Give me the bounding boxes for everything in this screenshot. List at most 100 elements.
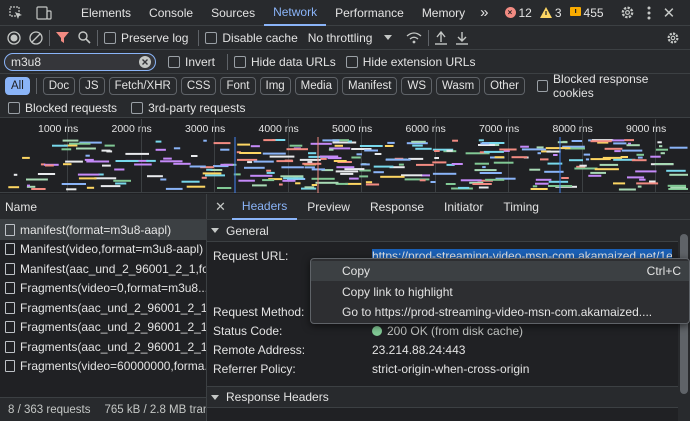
- disable-cache-checkbox[interactable]: Disable cache: [205, 31, 298, 45]
- preserve-log-checkbox[interactable]: Preserve log: [104, 31, 188, 45]
- warnings-badge[interactable]: 3: [539, 6, 562, 20]
- timeline-request-bar: [66, 188, 77, 191]
- checkbox-box[interactable]: [536, 80, 549, 92]
- timeline-request-bar: [63, 163, 72, 166]
- menu-item-copy-link[interactable]: Copy link to highlight: [311, 282, 689, 302]
- type-filter-all[interactable]: All: [5, 77, 30, 95]
- timeline-request-bar: [666, 169, 686, 172]
- request-row[interactable]: Fragments(aac_und_2_96001_2_1=...: [0, 318, 206, 338]
- type-filter-font[interactable]: Font: [220, 77, 256, 95]
- invert-checkbox[interactable]: Invert: [168, 55, 215, 69]
- timeline-request-bar: [636, 182, 659, 185]
- checkbox-box[interactable]: [8, 101, 20, 114]
- timeline-request-bar: [561, 177, 569, 179]
- request-row[interactable]: Fragments(aac_und_2_96001_2_1=...: [0, 337, 206, 357]
- filter-icon[interactable]: [56, 31, 69, 44]
- timeline-request-bar: [203, 139, 207, 142]
- timeline-request-bar: [669, 173, 688, 176]
- timeline-request-bar: [660, 152, 665, 155]
- tab-preview[interactable]: Preview: [297, 194, 360, 220]
- tab-sources[interactable]: Sources: [202, 0, 264, 26]
- record-icon[interactable]: [7, 30, 21, 45]
- blocked-response-cookies-checkbox[interactable]: Blocked response cookies: [536, 72, 680, 100]
- timeline-request-bar: [452, 139, 458, 142]
- search-icon[interactable]: [78, 31, 91, 44]
- type-filter-img[interactable]: Img: [259, 77, 291, 95]
- type-filter-doc[interactable]: Doc: [42, 77, 76, 95]
- inspect-element-icon[interactable]: [8, 5, 24, 21]
- checkbox-box[interactable]: [131, 101, 144, 114]
- response-headers-section-header[interactable]: Response Headers: [207, 386, 678, 408]
- more-tabs-button[interactable]: »: [474, 0, 494, 26]
- request-row[interactable]: Fragments(video=0,format=m3u8...: [0, 279, 206, 299]
- tab-response[interactable]: Response: [360, 194, 434, 220]
- import-har-icon[interactable]: [435, 30, 448, 45]
- blocked-requests-checkbox[interactable]: Blocked requests: [8, 101, 117, 115]
- name-column-label: Name: [5, 199, 38, 214]
- timeline-request-bar: [404, 178, 430, 181]
- checkbox-box[interactable]: [345, 55, 358, 68]
- tab-performance[interactable]: Performance: [326, 0, 413, 26]
- timeline-request-bar: [494, 156, 505, 159]
- filter-input[interactable]: m3u8: [4, 52, 156, 71]
- request-name: Fragments(video=0,format=m3u8...: [20, 281, 206, 296]
- checkbox-box[interactable]: [168, 55, 180, 68]
- blocked-filter-row: Blocked requests 3rd-party requests: [0, 98, 690, 118]
- type-filter-ws[interactable]: WS: [401, 77, 432, 95]
- settings-gear-icon[interactable]: [620, 5, 635, 20]
- tab-headers[interactable]: Headers: [231, 194, 298, 220]
- request-row[interactable]: Fragments(aac_und_2_96001_2_1=...: [0, 298, 206, 318]
- request-row[interactable]: Fragments(video=60000000,forma...: [0, 357, 206, 377]
- clear-icon[interactable]: [29, 30, 43, 45]
- network-conditions-wifi-icon[interactable]: [406, 31, 422, 44]
- device-toolbar-icon[interactable]: [36, 5, 52, 21]
- checkbox-box[interactable]: [234, 55, 247, 68]
- third-party-requests-checkbox[interactable]: 3rd-party requests: [131, 101, 245, 115]
- hide-extension-urls-checkbox[interactable]: Hide extension URLs: [345, 55, 475, 69]
- timeline-request-bar: [100, 185, 121, 188]
- network-settings-gear-icon[interactable]: [666, 31, 680, 45]
- export-har-icon[interactable]: [456, 31, 469, 45]
- request-row[interactable]: manifest(format=m3u8-aapl): [0, 220, 206, 240]
- close-detail-icon[interactable]: ✕: [215, 199, 226, 215]
- timeline-request-bar: [160, 178, 167, 181]
- expand-triangle-icon: [211, 394, 219, 400]
- request-row[interactable]: Manifest(video,format=m3u8-aapl): [0, 240, 206, 260]
- timeline-request-bar: [220, 163, 234, 166]
- errors-badge[interactable]: × 12: [504, 6, 532, 20]
- type-filter-wasm[interactable]: Wasm: [436, 77, 481, 95]
- type-filter-fetch-xhr[interactable]: Fetch/XHR: [108, 77, 177, 95]
- type-filter-css[interactable]: CSS: [180, 77, 217, 95]
- hide-data-urls-checkbox[interactable]: Hide data URLs: [234, 55, 336, 69]
- tab-network[interactable]: Network: [264, 0, 327, 26]
- timeline-request-bar: [26, 178, 48, 181]
- timeline-request-bar: [78, 177, 97, 180]
- tab-initiator[interactable]: Initiator: [434, 194, 493, 220]
- menu-item-copy[interactable]: Copy Ctrl+C: [311, 261, 689, 281]
- timeline-request-bar: [304, 166, 315, 169]
- network-overview-timeline[interactable]: 1000 ms 2000 ms 3000 ms 4000 ms 5000 ms 6000 …: [0, 119, 690, 193]
- tab-memory[interactable]: Memory: [413, 0, 474, 26]
- general-section-header[interactable]: General: [207, 220, 690, 242]
- issues-badge[interactable]: 455: [569, 6, 604, 20]
- timeline-request-bar: [478, 139, 484, 142]
- type-filter-other[interactable]: Other: [484, 77, 525, 95]
- checkbox-box[interactable]: [104, 31, 116, 44]
- close-devtools-icon[interactable]: ✕: [663, 4, 676, 22]
- type-filter-media[interactable]: Media: [294, 77, 338, 95]
- checkbox-box[interactable]: [205, 31, 218, 44]
- timeline-request-bar: [650, 155, 661, 158]
- tab-console[interactable]: Console: [140, 0, 202, 26]
- timeline-request-bar: [485, 178, 505, 181]
- menu-item-goto[interactable]: Go to https://prod-streaming-video-msn-c…: [311, 302, 689, 322]
- throttling-select[interactable]: No throttling: [308, 31, 393, 45]
- request-row[interactable]: Manifest(aac_und_2_96001_2_1,for...: [0, 259, 206, 279]
- type-filter-js[interactable]: JS: [79, 77, 105, 95]
- name-column-header[interactable]: Name: [0, 194, 206, 220]
- type-filter-manifest[interactable]: Manifest: [342, 77, 398, 95]
- tab-elements[interactable]: Elements: [72, 0, 140, 26]
- tab-timing[interactable]: Timing: [493, 194, 549, 220]
- copy-label: Copy: [342, 264, 371, 278]
- more-options-icon[interactable]: [647, 6, 651, 20]
- clear-filter-icon[interactable]: [139, 55, 151, 68]
